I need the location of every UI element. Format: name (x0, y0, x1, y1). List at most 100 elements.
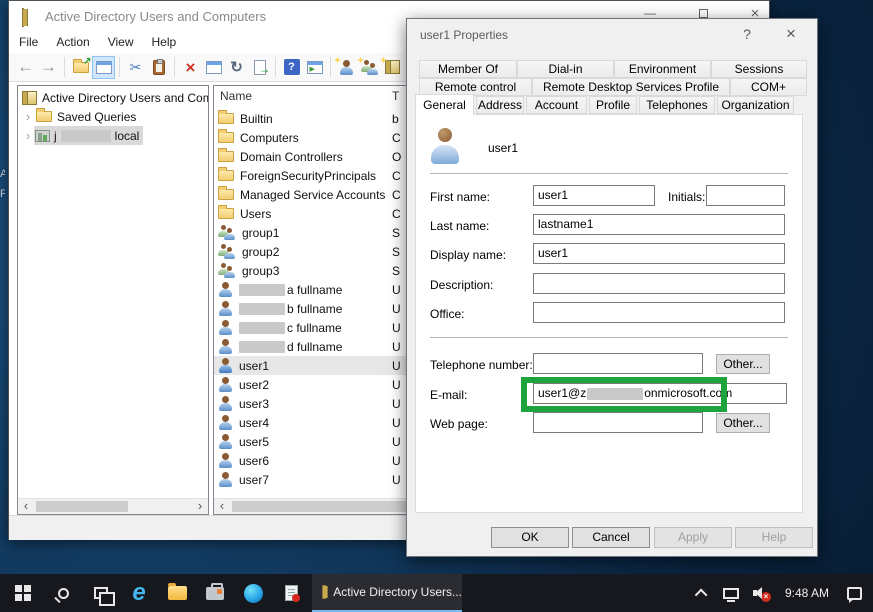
open-folder-icon[interactable]: ↗ (69, 56, 92, 79)
volume-status[interactable]: × (746, 574, 776, 612)
user-icon (218, 301, 233, 316)
file-explorer-button[interactable] (158, 574, 196, 612)
delete-icon[interactable]: × (179, 56, 202, 79)
user1-properties-dialog: user1 Properties ? × Member Of Dial-in E… (406, 18, 818, 557)
email-value-end: onmicrosoft.com (644, 386, 732, 400)
network-status[interactable] (716, 574, 746, 612)
back-icon[interactable]: ← (14, 56, 37, 79)
redaction-block (61, 130, 111, 142)
redaction-block (239, 341, 285, 353)
email-input[interactable]: user1@zonmicrosoft.com (533, 383, 787, 404)
new-user-icon[interactable] (335, 56, 358, 79)
speaker-muted-icon: × (753, 586, 769, 600)
edge-button[interactable] (234, 574, 272, 612)
edge-icon (244, 584, 263, 603)
redaction-block (239, 284, 285, 296)
tree-item-saved-queries[interactable]: › Saved Queries (22, 107, 136, 126)
cancel-button[interactable]: Cancel (572, 527, 650, 548)
dialog-help-icon[interactable]: ? (737, 25, 757, 43)
scroll-thumb[interactable] (36, 501, 128, 512)
user-icon (218, 320, 233, 335)
tab-organization[interactable]: Organization (717, 96, 794, 114)
server-manager-icon (206, 587, 224, 600)
first-name-input[interactable]: user1 (533, 185, 655, 206)
console-icon (22, 91, 37, 105)
security-policy-button[interactable] (272, 574, 310, 612)
web-page-other-button[interactable]: Other... (716, 413, 770, 433)
user-icon (218, 282, 233, 297)
tab-com-plus[interactable]: COM+ (730, 78, 807, 96)
web-page-label: Web page: (430, 417, 488, 431)
dialog-user-name: user1 (488, 141, 518, 155)
column-header-name[interactable]: Name (220, 89, 252, 103)
office-input[interactable] (533, 302, 785, 323)
help-button[interactable]: Help (735, 527, 813, 548)
aduc-app-icon (22, 8, 24, 27)
expand-chevron-icon[interactable]: › (22, 128, 34, 143)
tab-general[interactable]: General (415, 94, 474, 115)
scroll-left-icon[interactable]: ‹ (18, 499, 34, 514)
menu-action[interactable]: Action (56, 35, 89, 49)
tray-expand-button[interactable] (688, 574, 716, 612)
menu-file[interactable]: File (19, 35, 38, 49)
folder-icon (218, 132, 234, 143)
initials-input[interactable] (706, 185, 785, 206)
forward-icon[interactable]: → (37, 56, 60, 79)
description-input[interactable] (533, 273, 785, 294)
clock[interactable]: 9:48 AM (778, 574, 836, 612)
telephone-input[interactable] (533, 353, 703, 374)
apply-button[interactable]: Apply (654, 527, 732, 548)
new-group-icon[interactable] (358, 56, 381, 79)
tab-profile[interactable]: Profile (589, 96, 637, 114)
web-page-input[interactable] (533, 412, 703, 433)
tab-address[interactable]: Address (476, 96, 524, 114)
tab-telephones[interactable]: Telephones (639, 96, 715, 114)
task-view-button[interactable] (82, 574, 120, 612)
display-name-label: Display name: (430, 248, 506, 262)
windows-logo-icon (15, 585, 31, 601)
column-header-type[interactable]: T (392, 89, 399, 103)
tree-hscrollbar[interactable]: ‹ › (18, 498, 208, 514)
expand-chevron-icon[interactable]: › (22, 109, 34, 124)
internet-explorer-button[interactable]: e (120, 574, 158, 612)
taskbar-active-task-aduc[interactable]: Active Directory Users... (312, 574, 462, 612)
group-icon (218, 225, 236, 240)
group-icon (218, 244, 236, 259)
task-view-icon (94, 587, 108, 599)
display-name-input[interactable]: user1 (533, 243, 785, 264)
export-list-icon[interactable]: → (248, 56, 271, 79)
scroll-right-icon[interactable]: › (192, 499, 208, 514)
folder-icon (218, 189, 234, 200)
menu-help[interactable]: Help (152, 35, 177, 49)
paste-icon[interactable] (147, 56, 170, 79)
tree-item-root[interactable]: Active Directory Users and Com (22, 88, 209, 107)
server-manager-button[interactable] (196, 574, 234, 612)
tab-sessions[interactable]: Sessions (711, 60, 807, 78)
scroll-left-icon[interactable]: ‹ (214, 499, 230, 514)
tab-rds-profile[interactable]: Remote Desktop Services Profile (532, 78, 730, 96)
telephone-other-button[interactable]: Other... (716, 354, 770, 374)
help-icon[interactable]: ? (280, 56, 303, 79)
tree-item-domain[interactable]: › j local (22, 126, 143, 145)
dialog-title: user1 Properties (420, 28, 508, 42)
console-tree-toggle-icon[interactable] (92, 56, 115, 79)
show-window-icon[interactable] (303, 56, 326, 79)
action-center-button[interactable] (838, 574, 870, 612)
group-icon (218, 263, 236, 278)
new-ou-icon[interactable] (381, 56, 404, 79)
properties-icon[interactable] (202, 56, 225, 79)
start-button[interactable] (2, 574, 44, 612)
separator (430, 337, 788, 339)
tab-account[interactable]: Account (526, 96, 587, 114)
ok-button[interactable]: OK (491, 527, 569, 548)
refresh-icon[interactable]: ↻ (225, 56, 248, 79)
search-button[interactable] (44, 574, 82, 612)
tab-environment[interactable]: Environment (614, 60, 711, 78)
last-name-input[interactable]: lastname1 (533, 214, 785, 235)
menu-view[interactable]: View (108, 35, 134, 49)
cut-icon[interactable]: ✂ (124, 56, 147, 79)
tab-member-of[interactable]: Member Of (419, 60, 517, 78)
tab-dial-in[interactable]: Dial-in (517, 60, 614, 78)
dialog-close-icon[interactable]: × (781, 25, 801, 43)
user-icon (218, 434, 233, 449)
